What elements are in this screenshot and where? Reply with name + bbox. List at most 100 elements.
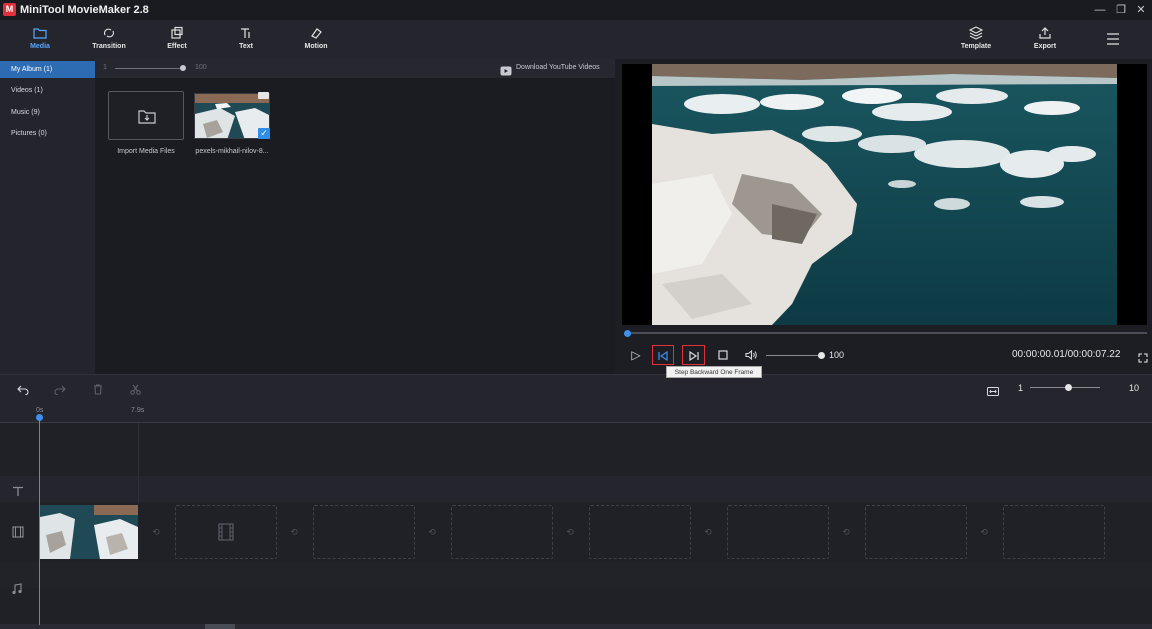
ruler-start-label: 0s [36, 407, 43, 414]
album-sidebar: My Album (1) Videos (1) Music (9) Pictur… [0, 59, 95, 374]
empty-clip-slot[interactable] [865, 505, 967, 559]
sidebar-item-count: (1) [44, 66, 53, 73]
redo-icon[interactable] [54, 382, 66, 400]
selected-check-icon[interactable]: ✓ [258, 128, 270, 139]
timeline-scrollbar[interactable] [0, 624, 1152, 629]
media-zoom-track[interactable] [115, 68, 185, 69]
transition-slot[interactable]: ⟲ [149, 527, 163, 537]
undo-icon[interactable] [17, 382, 29, 400]
stop-button[interactable] [712, 345, 734, 365]
step-forward-icon [688, 351, 700, 361]
sidebar-item-my-album[interactable]: My Album (1) [0, 61, 95, 78]
close-button[interactable]: ✕ [1131, 2, 1151, 18]
sidebar-item-music[interactable]: Music (9) [0, 104, 95, 121]
effect-icon [170, 26, 184, 40]
video-type-icon [258, 92, 269, 99]
menu-icon[interactable] [1106, 32, 1120, 50]
template-label: Template [946, 43, 1006, 50]
media-zoom-min: 1 [103, 64, 107, 71]
timeline-ruler[interactable]: 0s 7.9s [0, 400, 1152, 423]
transition-slot[interactable]: ⟲ [701, 527, 715, 537]
tab-media-label: Media [10, 43, 70, 50]
volume-slider-track[interactable] [766, 355, 822, 356]
delete-icon[interactable] [93, 382, 103, 400]
preview-frame[interactable] [652, 64, 1117, 325]
template-button[interactable]: Template [946, 20, 1006, 59]
seek-knob[interactable] [624, 330, 631, 337]
timeline-zoom-knob[interactable] [1065, 384, 1072, 391]
ruler-end-label: 7.9s [131, 407, 144, 414]
text-track[interactable] [0, 476, 1152, 502]
timeline-toolbar: 1 10 [0, 374, 1152, 400]
sidebar-item-label: My Album [11, 66, 42, 73]
fit-timeline-icon[interactable] [987, 383, 999, 401]
export-icon [1038, 26, 1052, 40]
export-label: Export [1015, 43, 1075, 50]
motion-icon [309, 26, 323, 40]
volume-value: 100 [829, 350, 844, 360]
transition-slot[interactable]: ⟲ [287, 527, 301, 537]
empty-clip-slot[interactable] [175, 505, 277, 559]
volume-slider-knob[interactable] [818, 352, 825, 359]
tab-text[interactable]: Text [216, 20, 276, 59]
tab-transition[interactable]: Transition [79, 20, 139, 59]
main-toolbar: Media Transition Effect Text Motion Temp… [0, 20, 1152, 59]
scrollbar-thumb[interactable] [205, 624, 235, 629]
sidebar-item-count: (0) [38, 130, 47, 137]
folder-icon [33, 26, 47, 40]
timeline-tracks [0, 423, 1152, 629]
text-track-icon [12, 484, 24, 502]
empty-clip-slot[interactable] [1003, 505, 1105, 559]
timeline-zoom-max: 10 [1129, 383, 1139, 393]
film-strip-icon [218, 523, 234, 541]
export-button[interactable]: Export [1015, 20, 1075, 59]
tab-media[interactable]: Media [10, 20, 70, 59]
media-zoom-max: 100 [195, 64, 207, 71]
import-media-label: Import Media Files [101, 148, 191, 155]
sidebar-item-videos[interactable]: Videos (1) [0, 82, 95, 99]
step-backward-button[interactable] [652, 345, 674, 365]
music-track[interactable] [0, 562, 1152, 588]
clip-end-marker [138, 423, 139, 503]
play-button[interactable]: ▷ [625, 345, 647, 365]
empty-clip-slot[interactable] [451, 505, 553, 559]
import-folder-icon [138, 108, 156, 124]
volume-icon[interactable] [740, 345, 762, 365]
minimize-button[interactable]: — [1090, 2, 1110, 18]
sidebar-item-label: Videos [11, 87, 32, 94]
sidebar-item-pictures[interactable]: Pictures (0) [0, 125, 95, 142]
playhead[interactable] [39, 417, 40, 625]
empty-clip-slot[interactable] [589, 505, 691, 559]
playhead-handle[interactable] [36, 414, 43, 421]
title-bar: M MiniTool MovieMaker 2.8 — ❐ ✕ [0, 0, 1152, 20]
tab-effect[interactable]: Effect [147, 20, 207, 59]
video-track-icon [12, 525, 24, 543]
video-clip[interactable] [40, 505, 138, 559]
split-icon[interactable] [130, 382, 141, 400]
tab-text-label: Text [216, 43, 276, 50]
transition-slot[interactable]: ⟲ [425, 527, 439, 537]
import-media-button[interactable] [108, 91, 184, 140]
transition-icon [102, 26, 116, 40]
media-zoom-knob[interactable] [180, 65, 186, 71]
empty-clip-slot[interactable] [727, 505, 829, 559]
transition-slot[interactable]: ⟲ [977, 527, 991, 537]
tab-transition-label: Transition [79, 43, 139, 50]
app-logo: M [3, 3, 16, 16]
step-forward-button[interactable] [682, 345, 705, 365]
timeline-zoom-min: 1 [1018, 383, 1023, 393]
sidebar-item-label: Music [11, 109, 29, 116]
empty-clip-slot[interactable] [313, 505, 415, 559]
seek-bar[interactable] [626, 332, 1147, 334]
restore-button[interactable]: ❐ [1111, 2, 1131, 18]
download-youtube-link[interactable]: Download YouTube Videos [516, 64, 600, 71]
music-track-icon [11, 582, 23, 600]
tab-motion[interactable]: Motion [286, 20, 346, 59]
window-title: MiniTool MovieMaker 2.8 [20, 4, 149, 16]
fullscreen-icon[interactable] [1138, 350, 1148, 368]
transition-slot[interactable]: ⟲ [839, 527, 853, 537]
transition-slot[interactable]: ⟲ [563, 527, 577, 537]
sidebar-item-label: Pictures [11, 130, 36, 137]
template-icon [969, 26, 983, 40]
tab-effect-label: Effect [147, 43, 207, 50]
